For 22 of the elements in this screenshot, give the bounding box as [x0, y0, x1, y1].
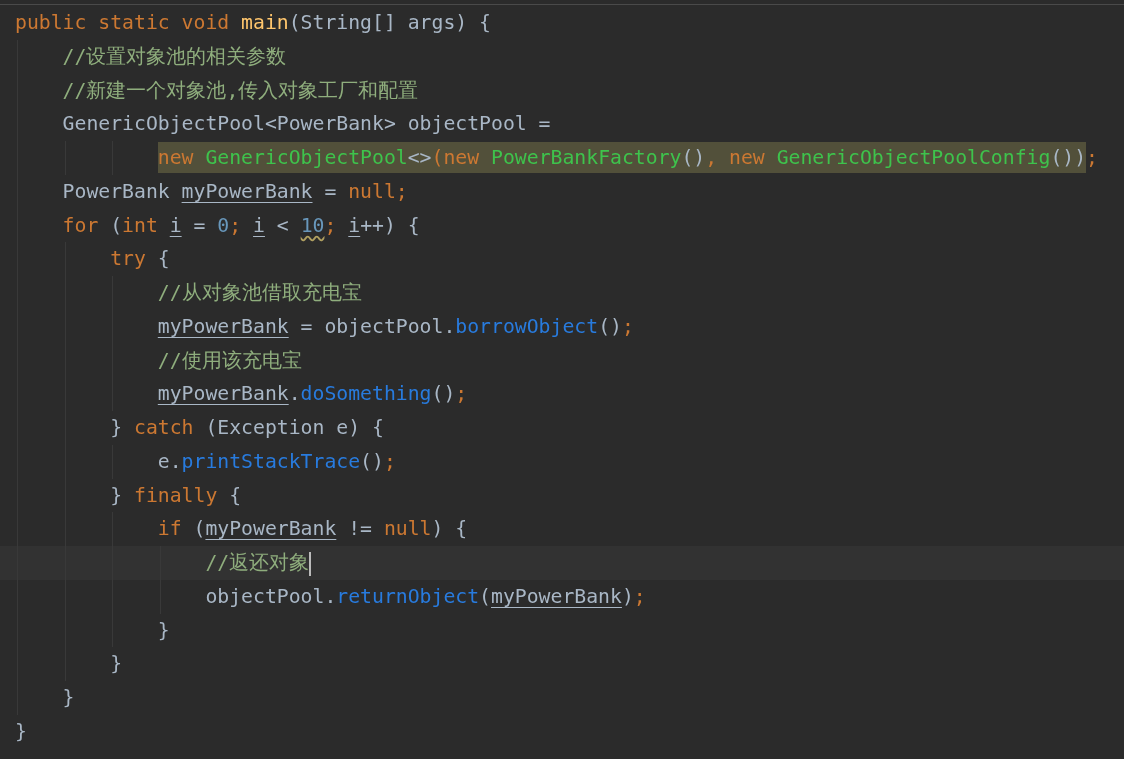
code-line: objectPool.returnObject(myPowerBank); — [205, 584, 646, 608]
code-line: } catch (Exception e) { — [110, 416, 384, 439]
text-cursor — [309, 551, 312, 576]
code-line: public static void main(String[] args) { — [15, 11, 492, 34]
code-line: } — [15, 719, 27, 743]
code-line: for (int i = 0; i < 10; i++) { — [62, 213, 420, 237]
code-line: //使用该充电宝 — [157, 348, 302, 372]
code-line: } finally { — [110, 483, 242, 507]
code-line: PowerBank myPowerBank = null; — [62, 179, 408, 203]
code-line: GenericObjectPool<PowerBank> objectPool = — [62, 112, 551, 136]
code-line: } — [110, 652, 123, 676]
code-line: //返还对象 — [205, 551, 310, 574]
code-line: } — [62, 686, 75, 709]
code-line: if (myPowerBank != null) { — [157, 517, 468, 541]
code-line: myPowerBank.doSomething(); — [157, 382, 468, 406]
code-line: //新建一个对象池,传入对象工厂和配置 — [62, 78, 419, 102]
code-line: //从对象池借取充电宝 — [157, 281, 362, 304]
code-line: //设置对象池的相关参数 — [62, 44, 287, 68]
code-line: try { — [110, 247, 170, 271]
code-line: myPowerBank = objectPool.borrowObject(); — [157, 314, 634, 338]
code-line: e.printStackTrace(); — [157, 449, 396, 473]
code-line: } — [157, 618, 170, 642]
